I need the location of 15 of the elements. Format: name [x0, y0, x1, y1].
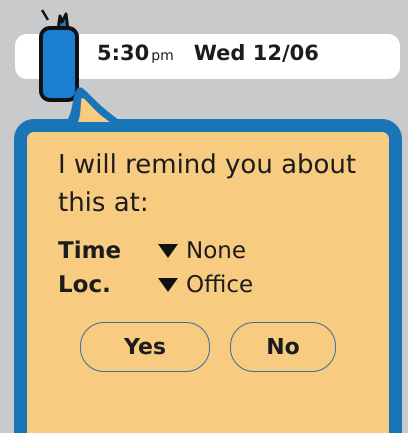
field-label: Time [58, 238, 122, 264]
dropdown-arrow-icon [158, 278, 178, 292]
field-label: Loc. [58, 272, 112, 298]
dropdown-value: None [186, 238, 246, 264]
dropdown-arrow-icon [158, 244, 178, 258]
clock-time: 5:30 [97, 41, 150, 65]
dropdown-value: Office [186, 272, 254, 298]
yes-button[interactable]: Yes [80, 322, 210, 372]
date-text: Wed 12/06 [194, 41, 319, 65]
dropdown[interactable]: Office [158, 272, 254, 298]
dropdown[interactable]: None [158, 238, 246, 264]
time-suffix: pm [151, 48, 174, 64]
phone-icon [38, 8, 82, 102]
reminder-message: I will remind you about this at: [58, 149, 358, 220]
no-button[interactable]: No [230, 322, 336, 372]
